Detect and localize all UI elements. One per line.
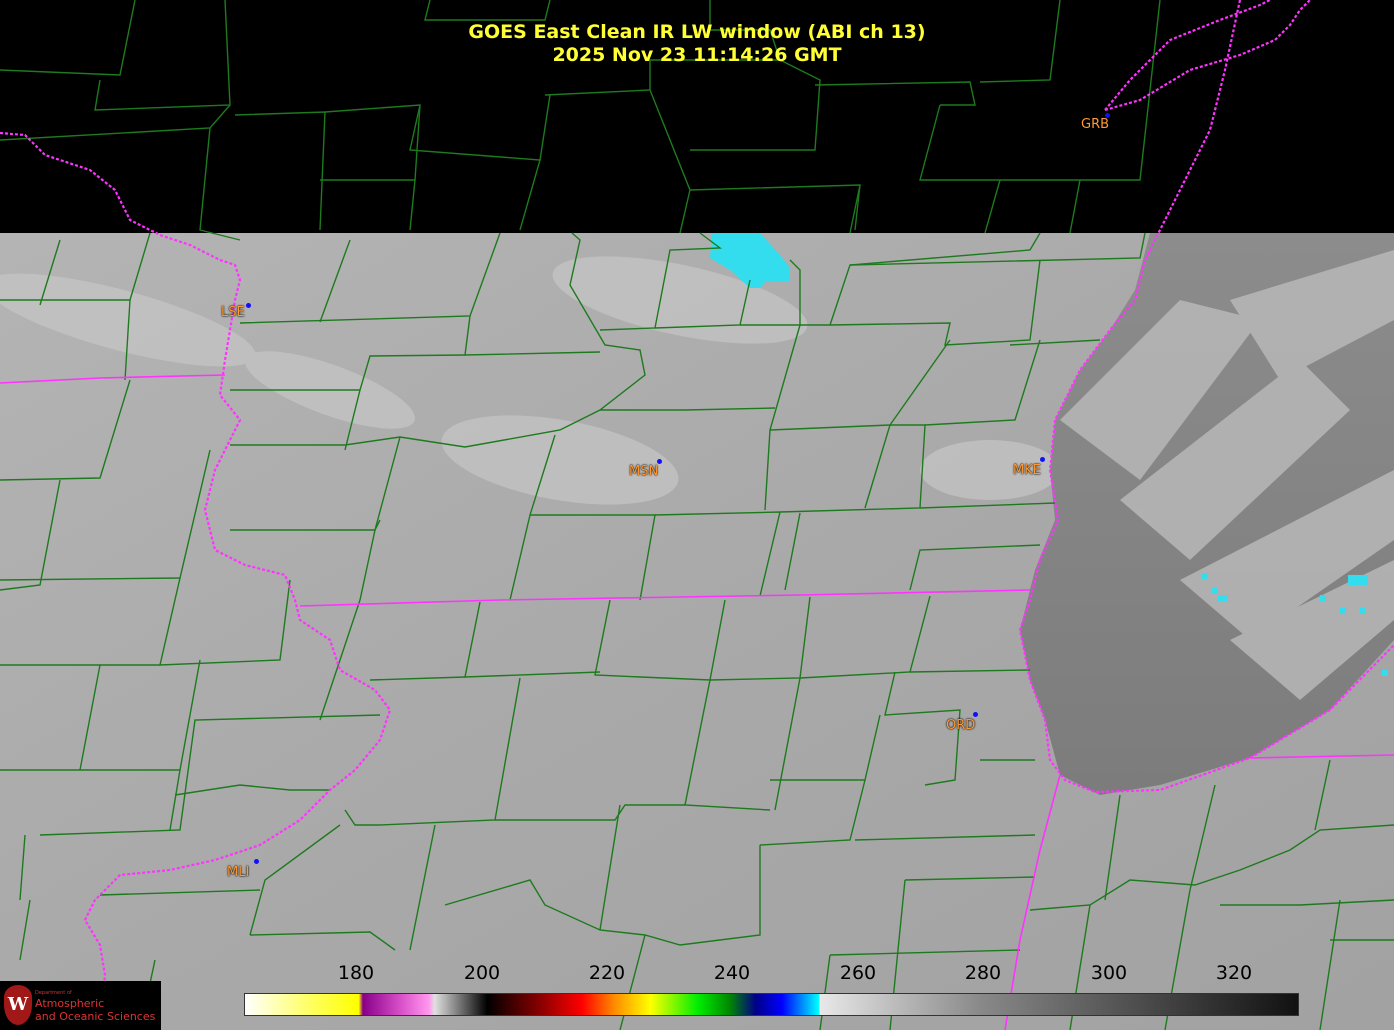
station-dot-lse xyxy=(246,303,251,308)
colorbar-tick-240: 240 xyxy=(713,962,751,984)
title-line-2: 2025 Nov 23 11:14:26 GMT xyxy=(552,44,842,66)
colorbar-tick-180: 180 xyxy=(337,962,375,984)
logo-line-2: and Oceanic Sciences xyxy=(35,1010,156,1023)
satellite-map xyxy=(0,0,1394,1030)
logo-line-1: Atmospheric xyxy=(35,997,105,1010)
station-label-mli: MLI xyxy=(227,865,250,880)
station-label-msn: MSN xyxy=(629,464,659,479)
uw-seal-icon: W xyxy=(4,985,32,1025)
colorbar-tick-260: 260 xyxy=(839,962,877,984)
station-dot-ord xyxy=(973,712,978,717)
colorbar-tick-220: 220 xyxy=(588,962,626,984)
title-line-1: GOES East Clean IR LW window (ABI ch 13) xyxy=(468,21,926,43)
colorbar-tick-200: 200 xyxy=(463,962,501,984)
colorbar-tick-300: 300 xyxy=(1090,962,1128,984)
temperature-colorbar xyxy=(244,993,1299,1016)
colorbar-tick-320: 320 xyxy=(1215,962,1253,984)
colorbar-tick-280: 280 xyxy=(964,962,1002,984)
station-dot-mli xyxy=(254,859,259,864)
station-label-lse: LSE xyxy=(221,305,245,320)
station-label-ord: ORD xyxy=(946,718,976,733)
station-label-grb: GRB xyxy=(1081,117,1110,132)
station-label-mke: MKE xyxy=(1013,463,1041,478)
logo-dept-text: Department of xyxy=(35,990,72,996)
aos-logo: W Department of Atmospheric and Oceanic … xyxy=(0,981,161,1030)
station-dot-mke xyxy=(1040,457,1045,462)
